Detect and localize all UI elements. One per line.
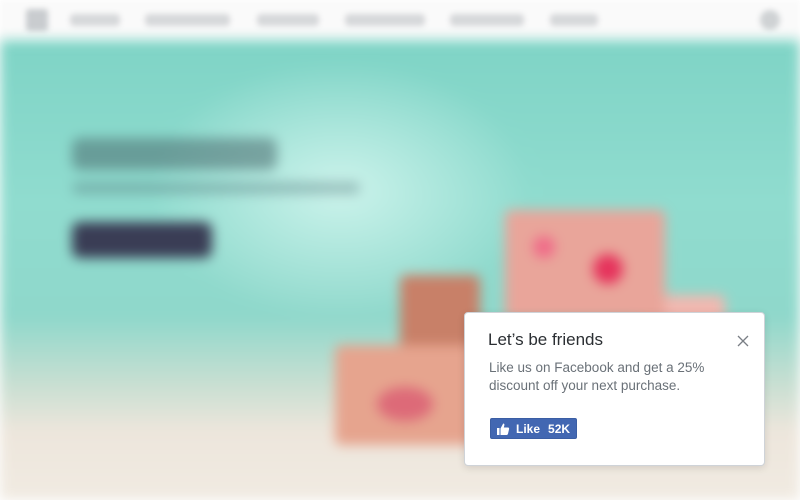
popup-title: Let’s be friends — [488, 330, 603, 349]
gift-decoration — [533, 236, 555, 258]
nav-item — [450, 14, 524, 26]
social-popup: Let’s be friends Like us on Facebook and… — [464, 312, 765, 466]
gift-box — [335, 345, 485, 445]
site-logo — [26, 9, 48, 31]
hero-subtitle-blurred — [72, 182, 360, 194]
gift-decoration — [593, 254, 623, 284]
facebook-like-button[interactable]: Like 52K — [490, 418, 578, 439]
hero-cta-button-blurred — [72, 222, 212, 258]
top-navigation-bar — [0, 0, 800, 40]
like-count: 52K — [548, 421, 571, 436]
nav-item — [70, 14, 120, 26]
thumbs-up-icon — [497, 423, 510, 435]
hero-heading-blurred — [72, 138, 277, 170]
popup-message: Like us on Facebook and get a 25% discou… — [489, 360, 705, 393]
like-label: Like — [516, 421, 541, 436]
close-icon[interactable] — [735, 333, 751, 349]
account-icon — [760, 10, 780, 30]
gift-box — [505, 210, 665, 320]
nav-item — [550, 14, 598, 26]
nav-item — [257, 14, 319, 26]
gift-decoration — [377, 387, 433, 421]
nav-item — [345, 14, 425, 26]
nav-item — [145, 14, 230, 26]
